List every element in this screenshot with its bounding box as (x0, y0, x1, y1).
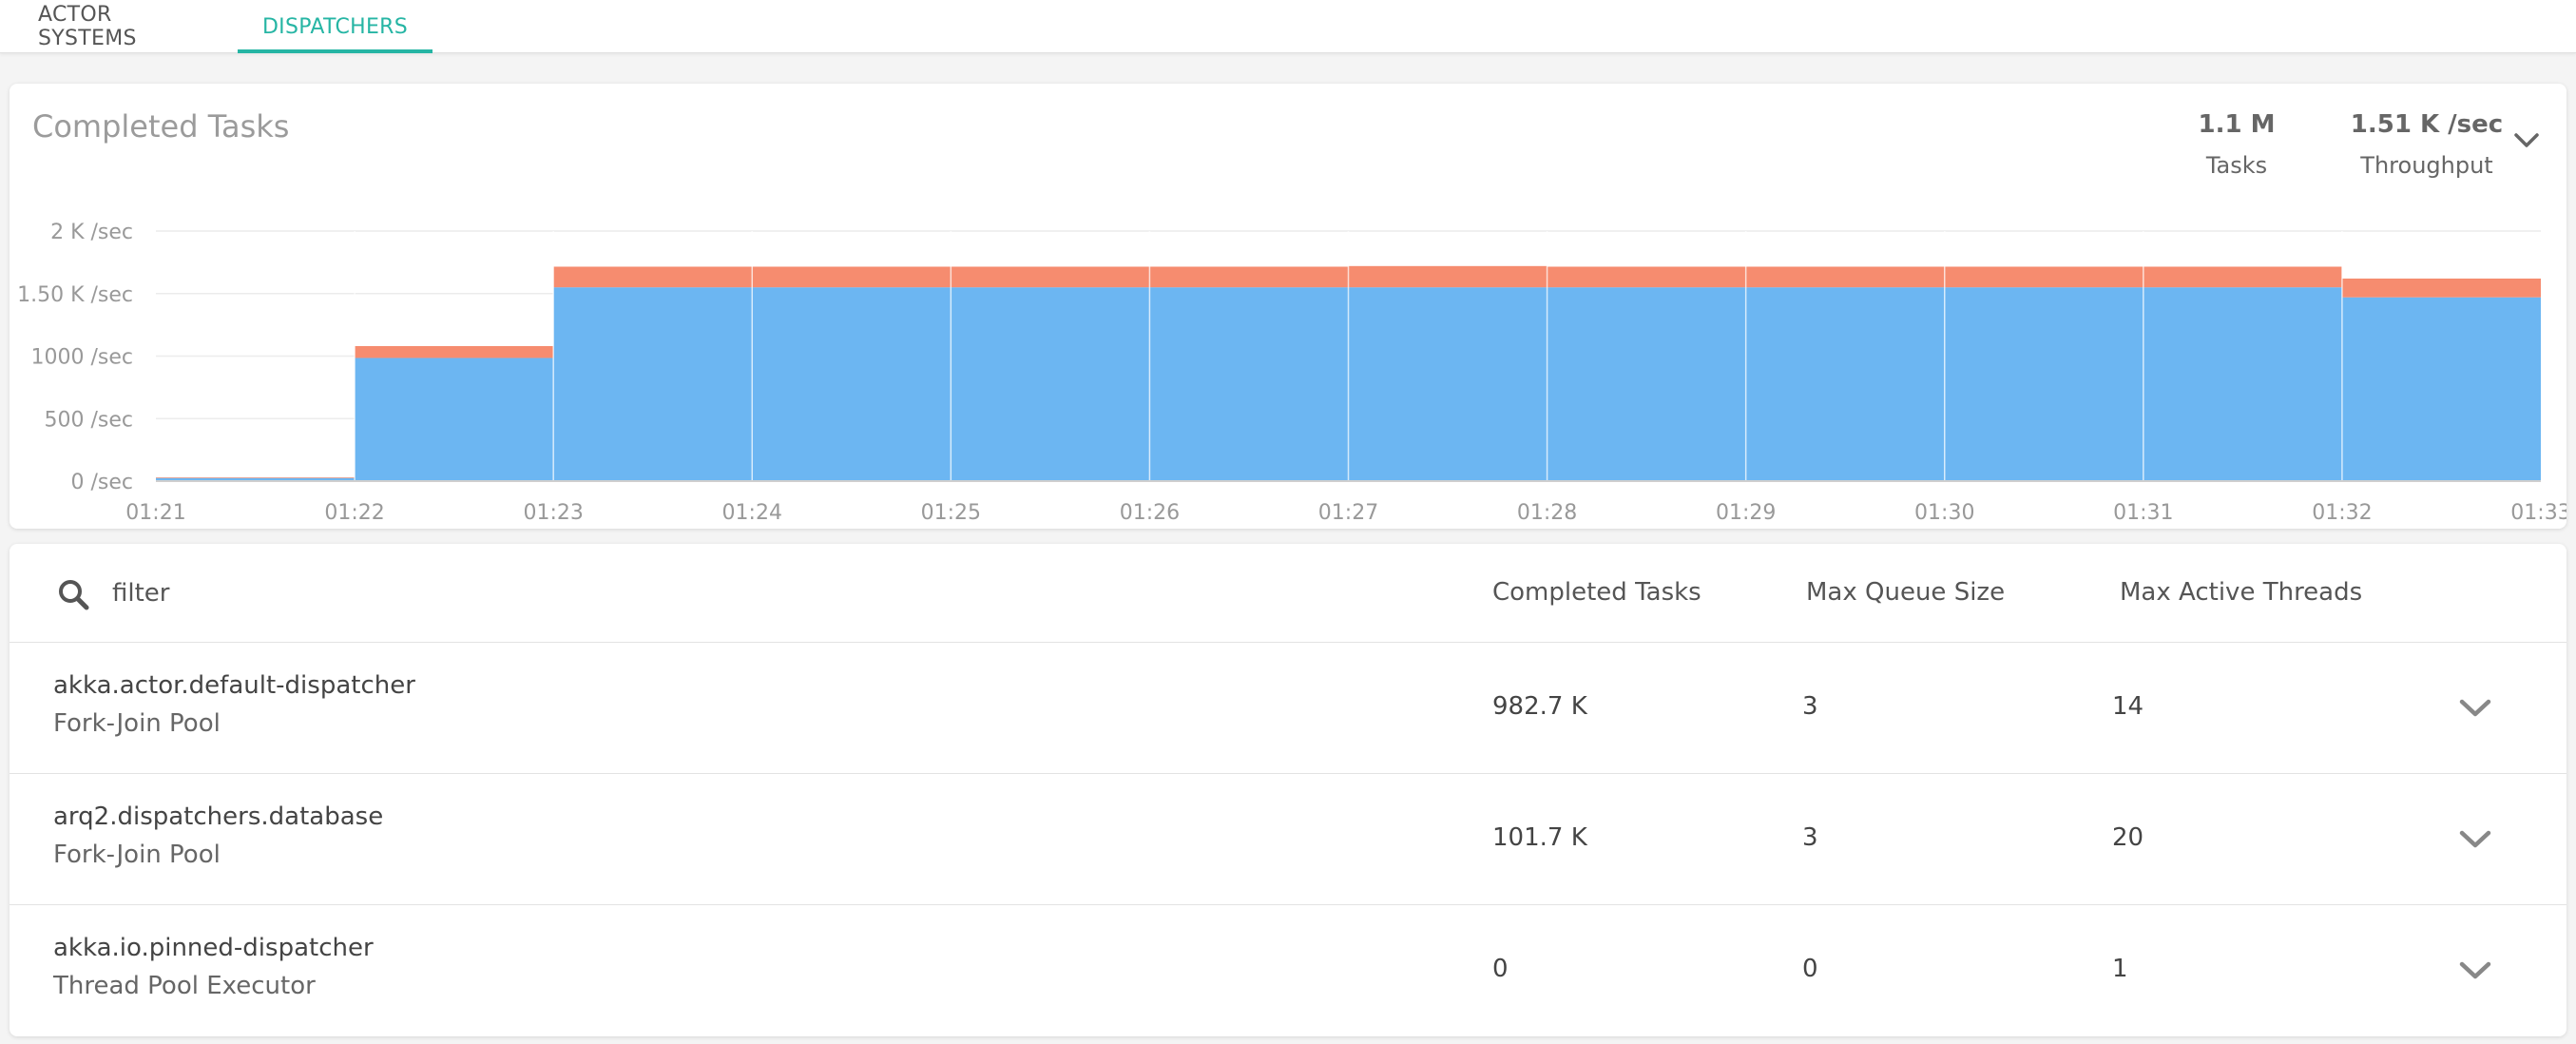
dispatcher-name: arq2.dispatchers.database (53, 802, 384, 831)
chart-title: Completed Tasks (32, 108, 290, 145)
x-tick-label: 01:21 (125, 501, 185, 525)
x-tick-label: 01:32 (2312, 501, 2372, 525)
max-queue-size-value: 0 (1802, 955, 1818, 983)
column-header-max-queue-size[interactable]: Max Queue Size (1806, 578, 2005, 607)
series-2-bar (2341, 278, 2541, 298)
tasks-stat-value: 1.1 M (2198, 110, 2276, 139)
series-1-bar (2341, 297, 2541, 481)
tasks-stat-label: Tasks (2205, 152, 2268, 179)
series-2-bar (355, 345, 554, 358)
chevron-down-icon[interactable] (2454, 818, 2496, 860)
series-2-bar (1547, 266, 1746, 288)
series-1-bar (553, 287, 753, 481)
series-2-bar (1745, 266, 1945, 288)
x-tick-label: 01:27 (1318, 501, 1378, 525)
max-queue-size-value: 3 (1802, 823, 1818, 852)
dispatcher-type: Thread Pool Executor (53, 972, 316, 1000)
series-1-bar (1149, 287, 1349, 481)
x-tick-label: 01:33 (2510, 501, 2566, 525)
series-2-bar (553, 266, 753, 288)
series-2-bar (1944, 266, 2143, 288)
series-1-bar (752, 287, 952, 481)
series-1-bar (1745, 287, 1945, 481)
tasks-stat: 1.1 M Tasks (2165, 110, 2308, 179)
chevron-down-icon[interactable] (2454, 949, 2496, 991)
x-tick-label: 01:23 (523, 501, 583, 525)
x-tick-label: 01:31 (2113, 501, 2173, 525)
dispatcher-name: akka.actor.default-dispatcher (53, 671, 415, 700)
series-2-bar (156, 477, 356, 478)
table-header: Completed Tasks Max Queue Size Max Activ… (10, 544, 2566, 643)
dispatchers-table: Completed Tasks Max Queue Size Max Activ… (10, 544, 2566, 1036)
x-tick-label: 01:30 (1914, 501, 1974, 525)
filter-input[interactable] (112, 570, 968, 616)
tab-dispatchers[interactable]: DISPATCHERS (238, 0, 433, 53)
completed-tasks-value: 101.7 K (1492, 823, 1587, 852)
completed-tasks-card: 0 /sec 500 /sec 1000 /sec 1.50 K /sec 2 K /s… (10, 84, 2566, 529)
series-2-bar (752, 266, 952, 288)
dispatcher-type: Fork-Join Pool (53, 841, 221, 869)
series-1-bar (1944, 287, 2143, 481)
chevron-down-icon[interactable] (2454, 686, 2496, 728)
x-tick-label: 01:29 (1716, 501, 1776, 525)
table-row[interactable]: akka.io.pinned-dispatcher Thread Pool Ex… (10, 905, 2566, 1036)
y-tick-label: 1000 /sec (31, 346, 134, 370)
dispatcher-name: akka.io.pinned-dispatcher (53, 934, 374, 962)
y-tick-label: 2 K /sec (50, 221, 133, 244)
search-icon (55, 576, 93, 614)
series-1-bar (2143, 287, 2342, 481)
max-queue-size-value: 3 (1802, 692, 1818, 721)
series-1-bar (1348, 287, 1548, 481)
tab-actor-systems[interactable]: ACTOR SYSTEMS (38, 0, 214, 53)
max-active-threads-value: 20 (2112, 823, 2144, 852)
dispatcher-type: Fork-Join Pool (53, 709, 221, 738)
max-active-threads-value: 14 (2112, 692, 2144, 721)
x-tick-label: 01:22 (324, 501, 384, 525)
x-tick-label: 01:28 (1517, 501, 1577, 525)
throughput-stat-value: 1.51 K /sec (2350, 110, 2504, 139)
x-tick-label: 01:24 (722, 501, 782, 525)
y-tick-label: 1.50 K /sec (17, 283, 133, 307)
y-tick-label: 0 /sec (71, 471, 134, 494)
series-1-bar (951, 287, 1150, 481)
column-header-max-active-threads[interactable]: Max Active Threads (2120, 578, 2362, 607)
throughput-stat-label: Throughput (2360, 152, 2493, 179)
series-2-bar (1348, 265, 1548, 288)
series-2-bar (951, 266, 1150, 288)
chevron-down-icon[interactable] (2508, 122, 2546, 160)
table-row[interactable]: akka.actor.default-dispatcher Fork-Join … (10, 643, 2566, 774)
x-tick-label: 01:26 (1120, 501, 1180, 525)
series-1-bar (355, 358, 554, 481)
series-2-bar (1149, 266, 1349, 288)
throughput-stat: 1.51 K /sec Throughput (2327, 110, 2527, 179)
x-tick-label: 01:25 (921, 501, 981, 525)
series-1-bar (1547, 287, 1746, 481)
column-header-completed-tasks[interactable]: Completed Tasks (1492, 578, 1701, 607)
tab-bar: ACTOR SYSTEMS DISPATCHERS (0, 0, 2576, 53)
series-2-bar (2143, 266, 2342, 288)
table-row[interactable]: arq2.dispatchers.database Fork-Join Pool… (10, 774, 2566, 905)
max-active-threads-value: 1 (2112, 955, 2128, 983)
y-tick-label: 500 /sec (45, 408, 134, 432)
completed-tasks-value: 0 (1492, 955, 1509, 983)
completed-tasks-value: 982.7 K (1492, 692, 1587, 721)
